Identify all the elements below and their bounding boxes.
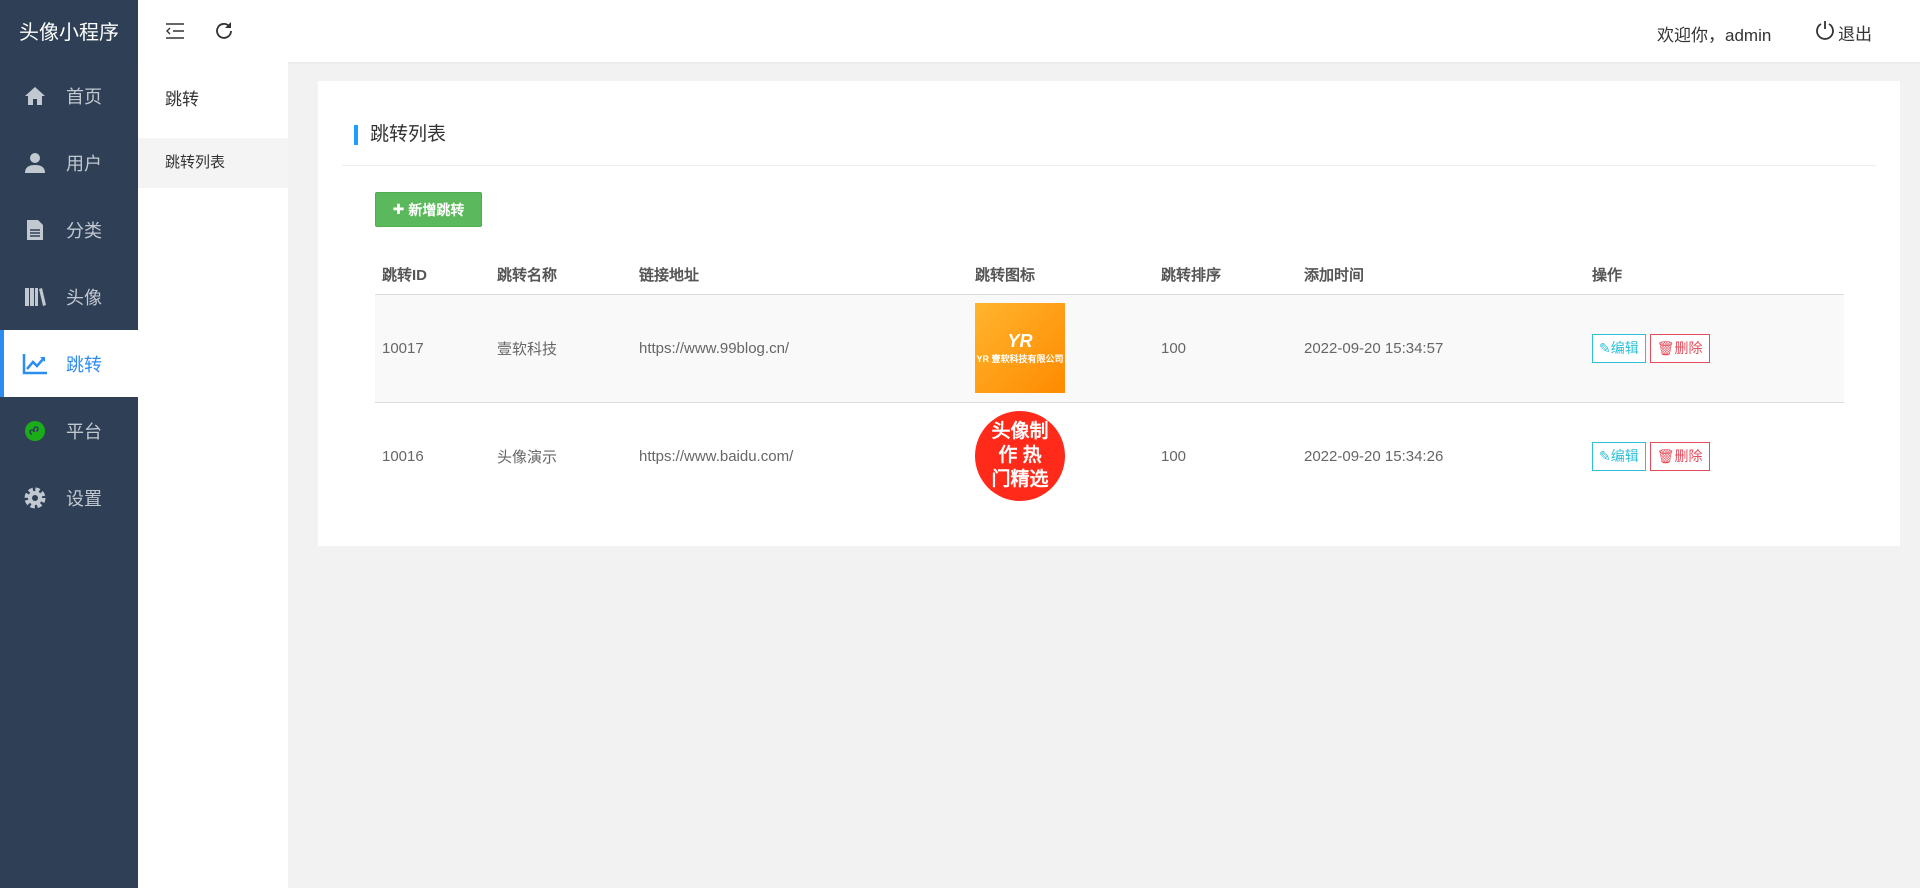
app-logo: 头像小程序	[19, 22, 119, 44]
cell-icon: 头像制作 热门精选	[968, 402, 1154, 510]
cell-time: 2022-09-20 15:34:57	[1297, 294, 1585, 403]
home-icon	[22, 84, 48, 108]
icon-text: YR 壹软科技有限公司	[976, 354, 1064, 364]
edit-button[interactable]: ✎ 编辑	[1592, 333, 1646, 363]
redirect-table: 跳转ID 跳转名称 链接地址 跳转图标 跳转排序 添加时间 操作 10017 壹…	[375, 255, 1844, 510]
cell-actions: ✎ 编辑 🗑 删除	[1585, 402, 1844, 510]
sidebar-item-category[interactable]: 分类	[0, 196, 138, 263]
sidebar-item-home[interactable]: 首页	[0, 62, 138, 129]
sidebar-item-platform[interactable]: 平台	[0, 397, 138, 464]
sidebar-item-label: 首页	[66, 86, 102, 107]
delete-label: 删除	[1674, 340, 1703, 356]
sidebar-item-settings[interactable]: 设置	[0, 464, 138, 531]
icon-text: 头像制作 热门精选	[991, 421, 1049, 491]
sub-navigation: 跳转 跳转列表	[138, 62, 288, 888]
pencil-icon: ✎	[1599, 447, 1611, 464]
sidebar: 头像小程序 首页 用户 分类 头像 跳转 平台 设置	[0, 0, 138, 888]
divider	[342, 165, 1876, 166]
delete-label: 删除	[1674, 448, 1703, 465]
pencil-icon: ✎	[1599, 339, 1611, 356]
cell-icon: YR YR 壹软科技有限公司	[968, 294, 1154, 403]
cell-id: 10016	[382, 447, 424, 465]
sidebar-item-label: 分类	[66, 220, 102, 241]
collapse-menu-icon[interactable]	[165, 22, 185, 45]
subnav-title: 跳转	[165, 90, 199, 109]
cell-name: 壹软科技	[490, 294, 632, 403]
edit-label: 编辑	[1610, 448, 1639, 465]
table-row: 10016 头像演示 https://www.baidu.com/ 头像制作 热…	[375, 402, 1844, 510]
trash-icon: 🗑	[1656, 447, 1675, 464]
cell-sort: 100	[1161, 447, 1187, 465]
add-button-label: 新增跳转	[408, 201, 465, 218]
cell-time: 2022-09-20 15:34:26	[1304, 447, 1444, 465]
sidebar-item-redirect[interactable]: 跳转	[0, 330, 138, 397]
table-row: 10017 壹软科技 https://www.99blog.cn/ YR YR 壹…	[375, 294, 1844, 403]
plus-icon: ✚	[392, 201, 405, 217]
table-header-row: 跳转ID 跳转名称 链接地址 跳转图标 跳转排序 添加时间 操作	[375, 255, 1844, 295]
edit-label: 编辑	[1610, 340, 1639, 356]
subnav-item-redirect-list[interactable]: 跳转列表	[138, 138, 288, 188]
cell-id: 10017	[375, 294, 490, 403]
refresh-icon[interactable]	[214, 21, 234, 46]
column-header: 跳转ID	[375, 255, 490, 295]
redirect-icon-image: YR YR 壹软科技有限公司	[975, 303, 1065, 393]
column-header: 添加时间	[1297, 255, 1585, 295]
logout-label: 退出	[1838, 25, 1872, 44]
delete-button[interactable]: 🗑 删除	[1649, 441, 1710, 471]
column-header: 跳转图标	[968, 255, 1154, 295]
user-icon	[22, 151, 48, 175]
sidebar-item-label: 设置	[66, 488, 102, 509]
gear-icon	[22, 486, 48, 510]
power-icon	[1815, 20, 1835, 45]
column-header: 跳转名称	[490, 255, 632, 295]
page-title: 跳转列表	[354, 125, 446, 145]
sidebar-item-label: 用户	[66, 153, 102, 174]
cell-actions: ✎ 编辑 🗑 删除	[1585, 294, 1844, 403]
chart-line-icon	[22, 352, 48, 376]
add-redirect-button[interactable]: ✚ 新增跳转	[375, 192, 482, 227]
sidebar-item-label: 平台	[66, 421, 102, 442]
sidebar-item-users[interactable]: 用户	[0, 129, 138, 196]
sidebar-item-avatar[interactable]: 头像	[0, 263, 138, 330]
books-icon	[22, 285, 48, 309]
cell-url: https://www.99blog.cn/	[632, 294, 968, 403]
delete-button[interactable]: 🗑 删除	[1649, 333, 1710, 363]
content-card: 跳转列表 ✚ 新增跳转 跳转ID 跳转名称 链接地址 跳转图标 跳转排序 添加时间…	[318, 81, 1900, 546]
sidebar-item-label: 头像	[66, 287, 102, 308]
cell-sort: 100	[1154, 294, 1297, 403]
column-header: 操作	[1585, 255, 1844, 295]
file-icon	[22, 218, 48, 242]
redirect-icon-image: 头像制作 热门精选	[975, 411, 1065, 502]
welcome-text: 欢迎你，admin	[1657, 26, 1772, 45]
logout-button[interactable]: 退出	[1815, 20, 1872, 45]
column-header: 链接地址	[632, 255, 968, 295]
cell-url: https://www.baidu.com/	[639, 447, 794, 465]
edit-button[interactable]: ✎ 编辑	[1592, 441, 1646, 471]
top-header: 欢迎你，admin 退出	[138, 0, 1920, 62]
trash-icon: 🗑	[1656, 339, 1675, 356]
sidebar-item-label: 跳转	[66, 354, 102, 375]
cell-name: 头像演示	[497, 448, 558, 466]
miniprogram-icon	[22, 419, 48, 443]
column-header: 跳转排序	[1154, 255, 1297, 295]
